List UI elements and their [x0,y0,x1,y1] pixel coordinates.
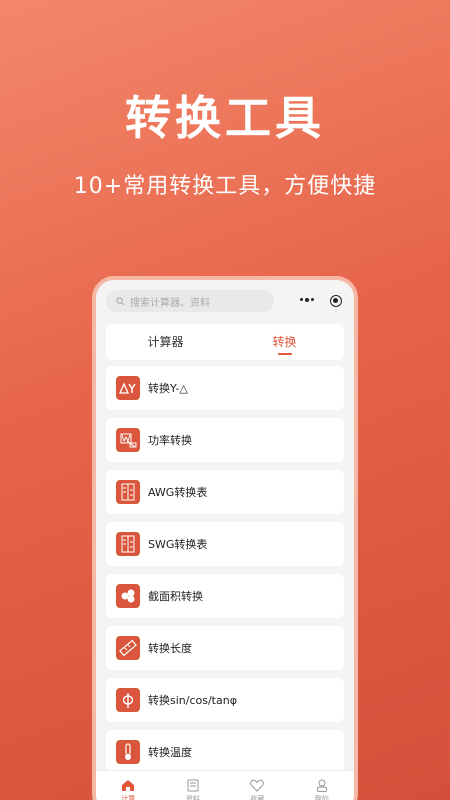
bottom-tab-bar: 计算 资料 收藏 我的 [96,770,354,800]
swg-ruler-icon [116,532,140,556]
tab-calculator[interactable]: 计算器 [106,324,225,360]
tab-bar: 计算器 转换 [106,324,344,360]
tabbar-mine[interactable]: 我的 [290,771,355,800]
hero-subtitle: 10+常用转换工具，方便快捷 [73,174,377,199]
list-item-label: AWG转换表 [148,486,208,499]
awg-ruler-icon [116,480,140,504]
tabbar-label: 我的 [314,795,329,800]
tabbar-favorites[interactable]: 收藏 [225,771,290,800]
list-item-power[interactable]: 功率转换 [106,418,344,462]
tabbar-label: 计算 [121,795,136,800]
tabbar-label: 资料 [185,795,200,800]
phone-mockup: 搜索计算器、资料 计算器 转换 转换Y-△ 功率转换 AWG转换表 SWG转换表… [92,276,358,800]
list-item-label: SWG转换表 [148,538,208,551]
tabbar-calculate[interactable]: 计算 [96,771,161,800]
list-item-temperature[interactable]: 转换温度 [106,730,344,774]
top-bar: 搜索计算器、资料 [96,280,354,322]
more-icon[interactable] [300,297,314,302]
search-input[interactable]: 搜索计算器、资料 [106,290,274,312]
phi-icon [116,688,140,712]
list-item-label: 转换温度 [148,746,192,759]
thermometer-icon [116,740,140,764]
list-item-label: 转换长度 [148,642,192,655]
home-icon [122,780,135,791]
list-item-awg[interactable]: AWG转换表 [106,470,344,514]
list-item-length[interactable]: 转换长度 [106,626,344,670]
list-item-cross-section[interactable]: 截面积转换 [106,574,344,618]
close-miniprogram-icon[interactable] [330,295,342,307]
delta-y-icon [116,376,140,400]
user-icon [316,779,327,792]
hero-title: 转换工具 [125,91,325,145]
search-placeholder: 搜索计算器、资料 [130,297,210,309]
tape-measure-icon [116,636,140,660]
list-item-swg[interactable]: SWG转换表 [106,522,344,566]
list-item-label: 功率转换 [148,434,192,447]
list-item-trig[interactable]: 转换sin/cos/tanφ [106,678,344,722]
list-item-label: 转换Y-△ [148,382,188,395]
list-item-label: 转换sin/cos/tanφ [148,694,237,707]
list-item-delta-y[interactable]: 转换Y-△ [106,366,344,410]
tabbar-label: 收藏 [250,795,265,800]
document-icon [187,779,199,792]
conversion-list: 转换Y-△ 功率转换 AWG转换表 SWG转换表 截面积转换 转换长度 转换si… [106,366,344,782]
tabbar-materials[interactable]: 资料 [161,771,226,800]
heart-icon [250,779,265,792]
tab-conversion[interactable]: 转换 [225,324,344,360]
power-w-icon [116,428,140,452]
cross-section-icon [116,584,140,608]
list-item-label: 截面积转换 [148,590,203,603]
search-icon [116,296,125,305]
